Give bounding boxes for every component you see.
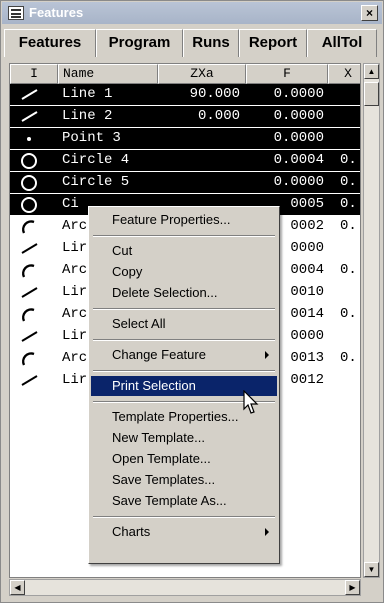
scroll-left-icon[interactable]: ◀ <box>10 580 25 595</box>
scroll-thumb[interactable] <box>364 82 379 106</box>
menu-separator <box>93 516 275 518</box>
menu-separator <box>93 235 275 237</box>
menu-item-charts[interactable]: Charts <box>91 522 277 542</box>
close-button[interactable]: × <box>361 5 378 21</box>
table-row[interactable]: Circle 4 0.0004 0. <box>10 150 360 171</box>
menu-item-copy[interactable]: Copy <box>91 262 277 282</box>
table-row[interactable]: Point 3 0.0000 <box>10 128 360 149</box>
feature-x: 0. <box>340 174 357 190</box>
menu-item-label: Charts <box>112 524 151 539</box>
scroll-up-icon[interactable]: ▲ <box>364 64 379 79</box>
menu-separator <box>93 370 275 372</box>
arc-icon <box>10 348 58 369</box>
feature-x: 0. <box>340 196 357 212</box>
column-header-name[interactable]: Name <box>58 64 158 84</box>
arc-icon <box>10 216 58 237</box>
menu-separator <box>93 308 275 310</box>
menu-item-label: Feature Properties... <box>112 212 231 227</box>
context-menu: Feature Properties... Cut Copy Delete Selec… <box>88 206 280 564</box>
line-icon <box>10 238 58 259</box>
menu-item-open-template[interactable]: Open Template... <box>91 449 277 469</box>
column-header-f[interactable]: F <box>246 64 328 84</box>
feature-zxa: 90.000 <box>189 86 240 102</box>
submenu-arrow-icon <box>265 351 269 359</box>
feature-f: 0.0000 <box>273 130 324 146</box>
menu-item-label: Cut <box>112 243 133 258</box>
window-title: Features <box>29 5 84 20</box>
line-icon <box>10 106 58 127</box>
menu-item-new-template[interactable]: New Template... <box>91 428 277 448</box>
features-app-icon <box>8 6 24 20</box>
menu-item-cut[interactable]: Cut <box>91 241 277 261</box>
submenu-arrow-icon <box>265 528 269 536</box>
menu-item-label: Delete Selection... <box>112 285 218 300</box>
circle-icon <box>10 172 58 193</box>
menu-item-label: New Template... <box>112 430 205 445</box>
feature-name: Line 2 <box>62 108 113 124</box>
menu-separator <box>93 339 275 341</box>
tab-features[interactable]: Features <box>4 29 96 57</box>
menu-item-label: Save Template As... <box>112 493 227 508</box>
menu-item-label: Copy <box>112 264 143 279</box>
feature-name: Circle 4 <box>62 152 130 168</box>
menu-item-label: Print Selection <box>112 378 196 393</box>
feature-x: 0. <box>340 218 357 234</box>
menu-item-label: Template Properties... <box>112 409 239 424</box>
line-icon <box>10 370 58 391</box>
tab-runs[interactable]: Runs <box>183 29 239 57</box>
tab-report[interactable]: Report <box>239 29 307 57</box>
menu-item-change-feature[interactable]: Change Feature <box>91 345 277 365</box>
feature-zxa: 0.000 <box>197 108 240 124</box>
tab-program[interactable]: Program <box>96 29 183 57</box>
tab-alltol[interactable]: AllTol <box>307 29 377 57</box>
menu-item-save-template-as[interactable]: Save Template As... <box>91 491 277 511</box>
table-row[interactable]: Line 2 0.000 0.0000 <box>10 106 360 127</box>
menu-item-delete-selection[interactable]: Delete Selection... <box>91 283 277 303</box>
horizontal-scrollbar[interactable]: ◀ ▶ <box>9 579 361 596</box>
feature-x: 0. <box>340 262 357 278</box>
circle-icon <box>10 150 58 171</box>
column-header-zxa[interactable]: ZXa <box>158 64 246 84</box>
feature-f: 0.0000 <box>273 108 324 124</box>
line-icon <box>10 282 58 303</box>
line-icon <box>10 84 58 105</box>
arc-icon <box>10 260 58 281</box>
table-row[interactable]: Line 1 90.000 0.0000 <box>10 84 360 105</box>
feature-x: 0. <box>340 350 357 366</box>
table-row[interactable]: Circle 5 0.0000 0. <box>10 172 360 193</box>
vertical-scrollbar[interactable]: ▲ ▼ <box>363 63 380 578</box>
scroll-down-icon[interactable]: ▼ <box>364 562 379 577</box>
feature-name: Circle 5 <box>62 174 130 190</box>
point-icon <box>10 128 58 149</box>
mouse-pointer-icon <box>243 390 259 414</box>
title-bar[interactable]: Features × <box>2 2 382 24</box>
menu-item-label: Select All <box>112 316 166 331</box>
feature-x: 0. <box>340 152 357 168</box>
feature-x: 0. <box>340 306 357 322</box>
feature-f: 0.0004 <box>273 152 324 168</box>
feature-f: 0.0000 <box>273 174 324 190</box>
column-header-i[interactable]: I <box>10 64 58 84</box>
circle-icon <box>10 194 58 215</box>
menu-item-feature-properties[interactable]: Feature Properties... <box>91 210 277 230</box>
menu-item-label: Change Feature <box>112 347 206 362</box>
menu-item-select-all[interactable]: Select All <box>91 314 277 334</box>
arc-icon <box>10 304 58 325</box>
menu-item-save-templates[interactable]: Save Templates... <box>91 470 277 490</box>
feature-name: Point 3 <box>62 130 121 146</box>
line-icon <box>10 326 58 347</box>
tab-strip: Features Program Runs Report AllTol <box>4 29 380 57</box>
menu-item-label: Open Template... <box>112 451 211 466</box>
table-header: I Name ZXa F X <box>10 64 360 84</box>
feature-name: Line 1 <box>62 86 113 102</box>
scroll-right-icon[interactable]: ▶ <box>345 580 360 595</box>
column-header-x[interactable]: X <box>328 64 360 84</box>
feature-f: 0.0000 <box>273 86 324 102</box>
menu-item-label: Save Templates... <box>112 472 216 487</box>
